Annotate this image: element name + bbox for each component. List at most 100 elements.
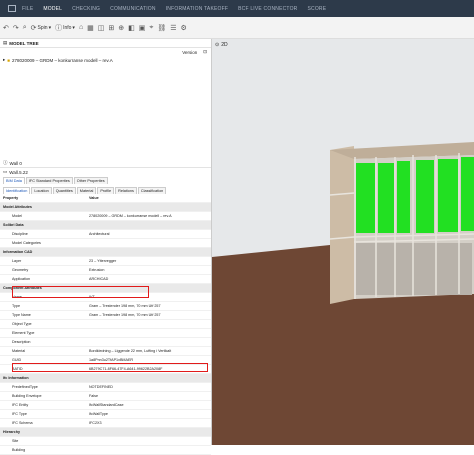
property-value [87,337,211,347]
property-row[interactable]: Type Gram – Trestender 198 mm, 70 mm Utf … [0,301,211,311]
property-name: Ifc Information [0,373,87,383]
property-value: IfcWallStandardCase [87,400,211,410]
3d-scene [212,39,474,445]
property-section-row[interactable]: Information CAD [0,247,211,257]
property-value [87,220,211,230]
property-row[interactable]: Description [0,337,211,347]
tab-ifc-standard-properties[interactable]: IFC Standard Properties [25,177,73,184]
property-row[interactable]: IFC Schema IFC2X3 [0,418,211,428]
subtab-classification[interactable]: Classification [137,187,167,194]
menu-information-takeoff[interactable]: INFORMATION TAKEOFF [166,6,228,12]
property-section-row[interactable]: Ifc Information [0,373,211,383]
box-icon[interactable]: ▣ [139,24,146,32]
property-name: Discipline [0,229,87,239]
subtab-material[interactable]: Material [76,187,97,194]
menu-communication[interactable]: COMMUNICATION [110,6,156,12]
grid-icon[interactable]: ▦ [87,24,94,32]
building-side-wall [330,146,354,304]
link-icon[interactable]: ⛓ [157,24,166,32]
section-icon[interactable]: ◧ [128,24,135,32]
properties-subtabs: Identification Location Quantities Mater… [0,186,211,194]
property-name: IFC Entity [0,400,87,410]
property-section-row[interactable]: Model Attributes [0,202,211,212]
subtab-relations[interactable]: Relations [115,187,137,194]
property-value: IfcWallType [87,409,211,419]
tab-bim-data[interactable]: BIM Data [3,177,25,184]
property-name: Model Categories [0,238,87,248]
property-name: Model Attributes [0,202,87,212]
property-row[interactable]: Model Categories [0,238,211,248]
measure-icon[interactable]: ⊞ [108,24,114,32]
grid-icon: ▤ [3,40,8,45]
properties-tabs: BIM Data IFC Standard Properties Other P… [0,176,211,184]
properties-title-row: ▭ Wall.5.22 [0,168,211,176]
property-section-row[interactable]: Hierarchy [0,427,211,437]
tab-other-properties[interactable]: Other Properties [73,177,108,184]
column-value[interactable]: Value [87,194,211,203]
menu-bcf-live-connector[interactable]: BCF LIVE CONNECTOR [238,6,297,12]
property-row[interactable]: Geometry Extrusion [0,265,211,275]
zoom-icon[interactable]: ⊕ [118,24,124,32]
property-value: Extrusion [87,265,211,275]
expand-icon[interactable]: ▸ [3,57,5,63]
properties-table: Property Value Model Attributes Model 2780… [0,194,211,455]
home-icon[interactable]: ⌂ [79,24,83,31]
property-row[interactable]: Layer 23 – Yttervegger [0,256,211,266]
property-name: Information CAD [0,247,87,257]
subtab-location[interactable]: Location [31,187,52,194]
camera-icon[interactable]: ⌖ [149,24,153,32]
property-row[interactable]: PredefinedType NOTDEFINED [0,382,211,392]
property-row[interactable]: Building [0,445,211,455]
property-row[interactable]: Discipline Architectural [0,229,211,239]
search-icon[interactable]: ⌕ [23,24,27,32]
view-2d-label: 2D [221,42,228,48]
app-logo-icon [8,5,16,12]
version-column[interactable]: Version [182,50,197,55]
property-row[interactable]: Element Type [0,328,211,338]
property-name: Material [0,346,87,356]
model-tree-header: ▤ MODEL TREE [0,39,211,48]
3d-viewport[interactable]: ⊙ 2D [212,39,474,445]
property-value: NOTDEFINED [87,382,211,392]
layers-icon[interactable]: ☰ [170,24,176,32]
property-row[interactable]: Site [0,436,211,446]
property-row[interactable]: Building Envelope False [0,391,211,401]
menu-model[interactable]: MODEL [43,6,62,12]
property-name: IFC Type [0,409,87,419]
property-section-row[interactable]: Solibri Data [0,220,211,230]
property-name: Type Name [0,310,87,320]
spin-button[interactable]: ⟳ Spin ▾ [31,24,51,32]
property-name: Application [0,274,87,284]
property-row[interactable]: Application ARCHICAD [0,274,211,284]
subtab-quantities[interactable]: Quantities [52,187,76,194]
property-row[interactable]: Model 278020009 – GRDM – konkurranse mode… [0,211,211,221]
column-property[interactable]: Property [0,194,87,203]
property-row[interactable]: IFC Entity IfcWallStandardCase [0,400,211,410]
model-file-icon: ■ [7,57,10,63]
property-value [87,427,211,437]
property-value: IFC2X3 [87,418,211,428]
subtab-profile[interactable]: Profile [97,187,115,194]
property-row[interactable]: Type Name Gram – Trestender 198 mm, 70 mm… [0,310,211,320]
property-name: Layer [0,256,87,266]
model-file-label: 278020009 – GRDM – konkurranse modell – … [11,57,113,63]
info-button[interactable]: ⓘ Info ▾ [55,23,75,33]
property-row[interactable]: IFC Type IfcWallType [0,409,211,419]
property-value: Bordkledning – Liggende 22 mm, Lufting i… [87,346,211,356]
property-row[interactable]: Material Bordkledning – Liggende 22 mm, L… [0,346,211,356]
redo-icon[interactable]: ↷ [13,24,19,32]
settings-icon[interactable]: ⚙ [181,24,187,32]
chevron-down-icon: ▾ [48,24,52,31]
property-value: Gram – Trestender 198 mm, 70 mm Utf 257 [87,301,211,311]
undo-icon[interactable]: ↶ [3,24,9,32]
properties-header: ⓘ Wall 0 [0,159,211,168]
model-tree-item[interactable]: ▸ ■ 278020009 – GRDM – konkurranse model… [0,56,211,64]
toolbar: ↶ ↷ ⌕ ⟳ Spin ▾ ⓘ Info ▾ ⌂ ▦ ◫ ⊞ ⊕ ◧ ▣ ⌖ ⛓ ☰ … [0,17,474,39]
menu-score[interactable]: SCORE [307,6,326,12]
view-2d-toggle[interactable]: ⊙ 2D [215,42,228,48]
subtab-identification[interactable]: Identification [3,187,31,194]
menu-checking[interactable]: CHECKING [72,6,100,12]
menu-file[interactable]: FILE [22,6,33,12]
cube-icon[interactable]: ◫ [98,24,105,32]
property-row[interactable]: Object Type [0,319,211,329]
